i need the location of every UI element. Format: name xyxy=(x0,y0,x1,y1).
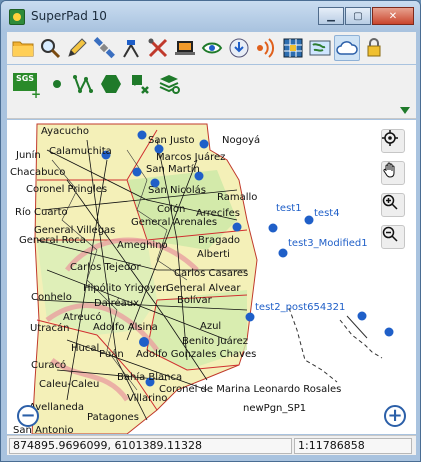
pan-hand-icon[interactable] xyxy=(381,161,405,185)
place-label: Puán xyxy=(99,348,124,360)
world-map-icon[interactable] xyxy=(307,35,333,61)
sgs-label: SGS xyxy=(15,74,35,83)
laptop-icon[interactable] xyxy=(172,35,198,61)
cloud-icon[interactable] xyxy=(334,35,360,61)
place-label: Ayacucho xyxy=(41,126,89,137)
place-label: Curacó xyxy=(31,359,66,371)
feature-label: newPgn_SP1 xyxy=(243,403,306,414)
magnifier-icon[interactable] xyxy=(37,35,63,61)
eye-layer-icon[interactable] xyxy=(199,35,225,61)
zoom-out-round-button[interactable]: − xyxy=(17,405,39,427)
gps-signal-icon[interactable] xyxy=(253,35,279,61)
place-label: San Martín xyxy=(146,163,200,175)
place-label: Alberti xyxy=(197,249,230,260)
place-label: Patagones xyxy=(87,412,139,423)
place-label: General Roca xyxy=(19,235,86,246)
zoom-out-icon[interactable] xyxy=(381,225,405,249)
place-label: Azul xyxy=(200,321,221,332)
zoom-in-round-button[interactable]: + xyxy=(384,405,406,427)
zoom-in-icon[interactable] xyxy=(381,193,405,217)
feature-label: test2_post654321 xyxy=(255,302,345,313)
place-label: Junín xyxy=(15,149,41,161)
place-label: Nogoyá xyxy=(222,134,260,146)
place-label: Benito Juárez xyxy=(182,335,248,347)
place-label: Coronel Pringles xyxy=(26,184,107,195)
place-label: Río Cuarto xyxy=(15,206,68,218)
delete-feature-icon[interactable] xyxy=(129,72,153,96)
place-label: Bahía Blanca xyxy=(117,371,182,383)
pencil-icon[interactable] xyxy=(64,35,90,61)
point-icon[interactable] xyxy=(45,72,69,96)
grid-icon[interactable] xyxy=(280,35,306,61)
place-label: Chacabuco xyxy=(10,167,65,178)
plus-icon: + xyxy=(31,87,42,101)
collapse-toolbar-icon[interactable] xyxy=(400,107,410,114)
coordinates-readout: 874895.9696099, 6101389.11328 xyxy=(9,438,292,454)
satellite-icon[interactable] xyxy=(91,35,117,61)
place-label: Bragado xyxy=(198,235,240,246)
place-label: Utracán xyxy=(30,322,69,334)
place-label: Calamuchita xyxy=(49,146,112,157)
place-label: Marcos Juárez xyxy=(156,151,225,163)
place-label: Hipólito Yrigoyen xyxy=(83,282,168,294)
place-label: Ameghino xyxy=(117,240,168,251)
locate-icon[interactable] xyxy=(381,129,405,153)
edit-toolbar: SGS + xyxy=(7,65,416,119)
minimize-button[interactable]: ▁ xyxy=(318,7,344,25)
polygon-icon[interactable] xyxy=(99,72,123,96)
place-label: Bolívar xyxy=(177,294,213,306)
layer-settings-icon[interactable] xyxy=(157,72,181,96)
place-label: Caleu-Caleu xyxy=(39,379,99,390)
feature-label: test3_Modified1 xyxy=(288,238,368,249)
place-label: Colón xyxy=(157,203,185,215)
maximize-button[interactable]: ▢ xyxy=(345,7,371,25)
surveyor-icon[interactable] xyxy=(118,35,144,61)
close-button[interactable]: ✕ xyxy=(372,7,414,25)
place-label: Carlos Casares xyxy=(174,268,248,279)
window-title: SuperPad 10 xyxy=(31,9,107,23)
folder-icon[interactable] xyxy=(10,35,36,61)
scale-readout: 1:11786858 xyxy=(294,438,412,454)
place-label: Conhelo xyxy=(31,292,72,303)
status-bar: 874895.9696099, 6101389.11328 1:11786858 xyxy=(7,435,416,455)
place-label: Hucal xyxy=(71,343,99,354)
feature-label: test1 xyxy=(276,203,302,214)
title-bar[interactable]: SuperPad 10 ▁ ▢ ✕ xyxy=(1,1,420,31)
place-label: Ramallo xyxy=(217,192,257,203)
place-label: Arrecifes xyxy=(196,208,240,219)
lock-icon[interactable] xyxy=(361,35,387,61)
app-window: SuperPad 10 ▁ ▢ ✕ SGS + Ayacucho San Jus… xyxy=(0,0,421,462)
polyline-icon[interactable] xyxy=(71,72,95,96)
place-label: Dairéaux xyxy=(94,297,139,309)
place-label: San Nicolás xyxy=(148,184,206,196)
feature-label: test4 xyxy=(314,208,340,219)
download-cloud-icon[interactable] xyxy=(226,35,252,61)
tools-icon[interactable] xyxy=(145,35,171,61)
place-label: Carlos Tejedor xyxy=(70,262,141,273)
place-label: Coronel de Marina Leonardo Rosales xyxy=(159,384,341,395)
app-logo-icon xyxy=(9,9,25,25)
place-label: San Justo xyxy=(148,135,195,146)
place-label: Adolfo Alsina xyxy=(93,322,158,333)
map-canvas[interactable]: Ayacucho San Justo Nogoyá Calamuchita Ju… xyxy=(7,120,416,434)
main-toolbar xyxy=(7,32,416,64)
place-label: Adolfo Gonzales Chaves xyxy=(136,349,256,360)
place-label: San Antonio xyxy=(13,425,73,434)
place-label: General Alvear xyxy=(166,283,241,294)
